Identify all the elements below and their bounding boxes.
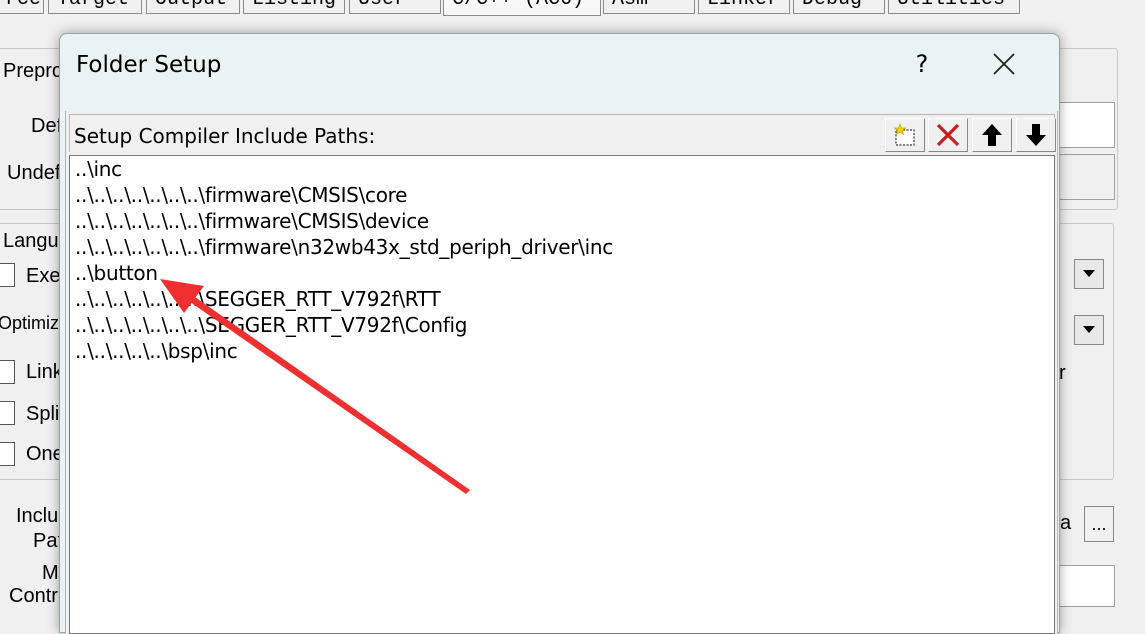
preprocessor-label: Prepro (3, 60, 64, 82)
right-option-label: r (1059, 362, 1066, 384)
tab-user[interactable]: User (349, 0, 441, 14)
folder-setup-dialog: Folder Setup ? Setup Compiler Include Pa… (59, 33, 1060, 634)
close-icon (993, 53, 1015, 75)
one-elf-checkbox[interactable] (0, 442, 15, 466)
move-up-button[interactable] (972, 118, 1012, 152)
optimization-label: Optimiz (0, 313, 60, 333)
list-item[interactable]: ..\..\..\..\..\..\..\SEGGER_RTT_V792f\Co… (70, 312, 1054, 338)
tab-c-cpp[interactable]: C/C++ (AC6) (443, 0, 601, 16)
link-time-label: Link (26, 361, 63, 383)
include-paths-header-label: Setup Compiler Include Paths: (74, 124, 376, 148)
list-item[interactable]: ..\..\..\..\..\bsp\inc (70, 338, 1054, 364)
tab-output[interactable]: Output (146, 0, 240, 14)
include-paths-label: Inclu (16, 505, 59, 527)
move-down-icon (1026, 124, 1046, 146)
chevron-down-icon (1083, 326, 1095, 333)
split-label: Spli (26, 403, 60, 425)
misc-controls-label-2: Contr (9, 585, 58, 607)
define-field[interactable] (1058, 102, 1115, 148)
link-time-checkbox[interactable] (0, 360, 15, 384)
list-item[interactable]: ..\..\..\..\..\..\..\firmware\CMSIS\core (70, 182, 1054, 208)
execute-only-checkbox[interactable] (0, 263, 15, 287)
tab-debug[interactable]: Debug (793, 0, 885, 14)
optimization-combo-dropdown[interactable] (1074, 315, 1104, 345)
tab-source[interactable]: rce (0, 0, 44, 14)
language-label: Langu (3, 230, 59, 252)
list-item[interactable]: ..\..\..\..\..\..\..\firmware\n32wb43x_s… (70, 234, 1054, 260)
misc-controls-label: M (42, 562, 59, 584)
include-paths-list[interactable]: ..\inc ..\..\..\..\..\..\..\firmware\CMS… (69, 155, 1055, 634)
delete-path-button[interactable] (928, 118, 968, 152)
tab-linker[interactable]: Linker (698, 0, 790, 14)
tab-listing[interactable]: Listing (243, 0, 345, 14)
list-item[interactable]: ..\..\..\..\..\..\..\firmware\CMSIS\devi… (70, 208, 1054, 234)
dialog-title: Folder Setup (76, 52, 222, 78)
chevron-down-icon (1083, 270, 1095, 277)
execute-only-label: Exe (26, 265, 61, 287)
language-combo-dropdown[interactable] (1074, 259, 1104, 289)
close-button[interactable] (974, 44, 1034, 84)
undefine-field[interactable] (1058, 154, 1115, 200)
options-tab-strip: rce Target Output Listing User C/C++ (AC… (0, 0, 1145, 17)
split-checkbox[interactable] (0, 401, 15, 425)
move-up-icon (982, 124, 1002, 146)
undefine-label: Undef (7, 162, 61, 184)
delete-icon (936, 123, 960, 147)
include-paths-value-fragment: a (1060, 512, 1072, 534)
include-paths-browse-button[interactable]: ... (1084, 506, 1114, 542)
help-button[interactable]: ? (894, 44, 950, 84)
list-item[interactable]: ..\button (70, 260, 1054, 286)
move-down-button[interactable] (1016, 118, 1056, 152)
include-paths-panel: Setup Compiler Include Paths: ..\inc ..\… (65, 111, 1058, 634)
tab-asm[interactable]: Asm (603, 0, 695, 14)
tab-target[interactable]: Target (48, 0, 142, 14)
new-folder-icon (893, 123, 915, 146)
list-item[interactable]: ..\inc (70, 156, 1054, 182)
new-path-button[interactable] (885, 118, 925, 152)
include-paths-header: Setup Compiler Include Paths: (69, 114, 1056, 152)
tab-utilities[interactable]: Utilities (888, 0, 1020, 14)
define-label: Def (31, 115, 63, 137)
list-item[interactable]: ..\..\..\..\..\..\..\SEGGER_RTT_V792f\RT… (70, 286, 1054, 312)
